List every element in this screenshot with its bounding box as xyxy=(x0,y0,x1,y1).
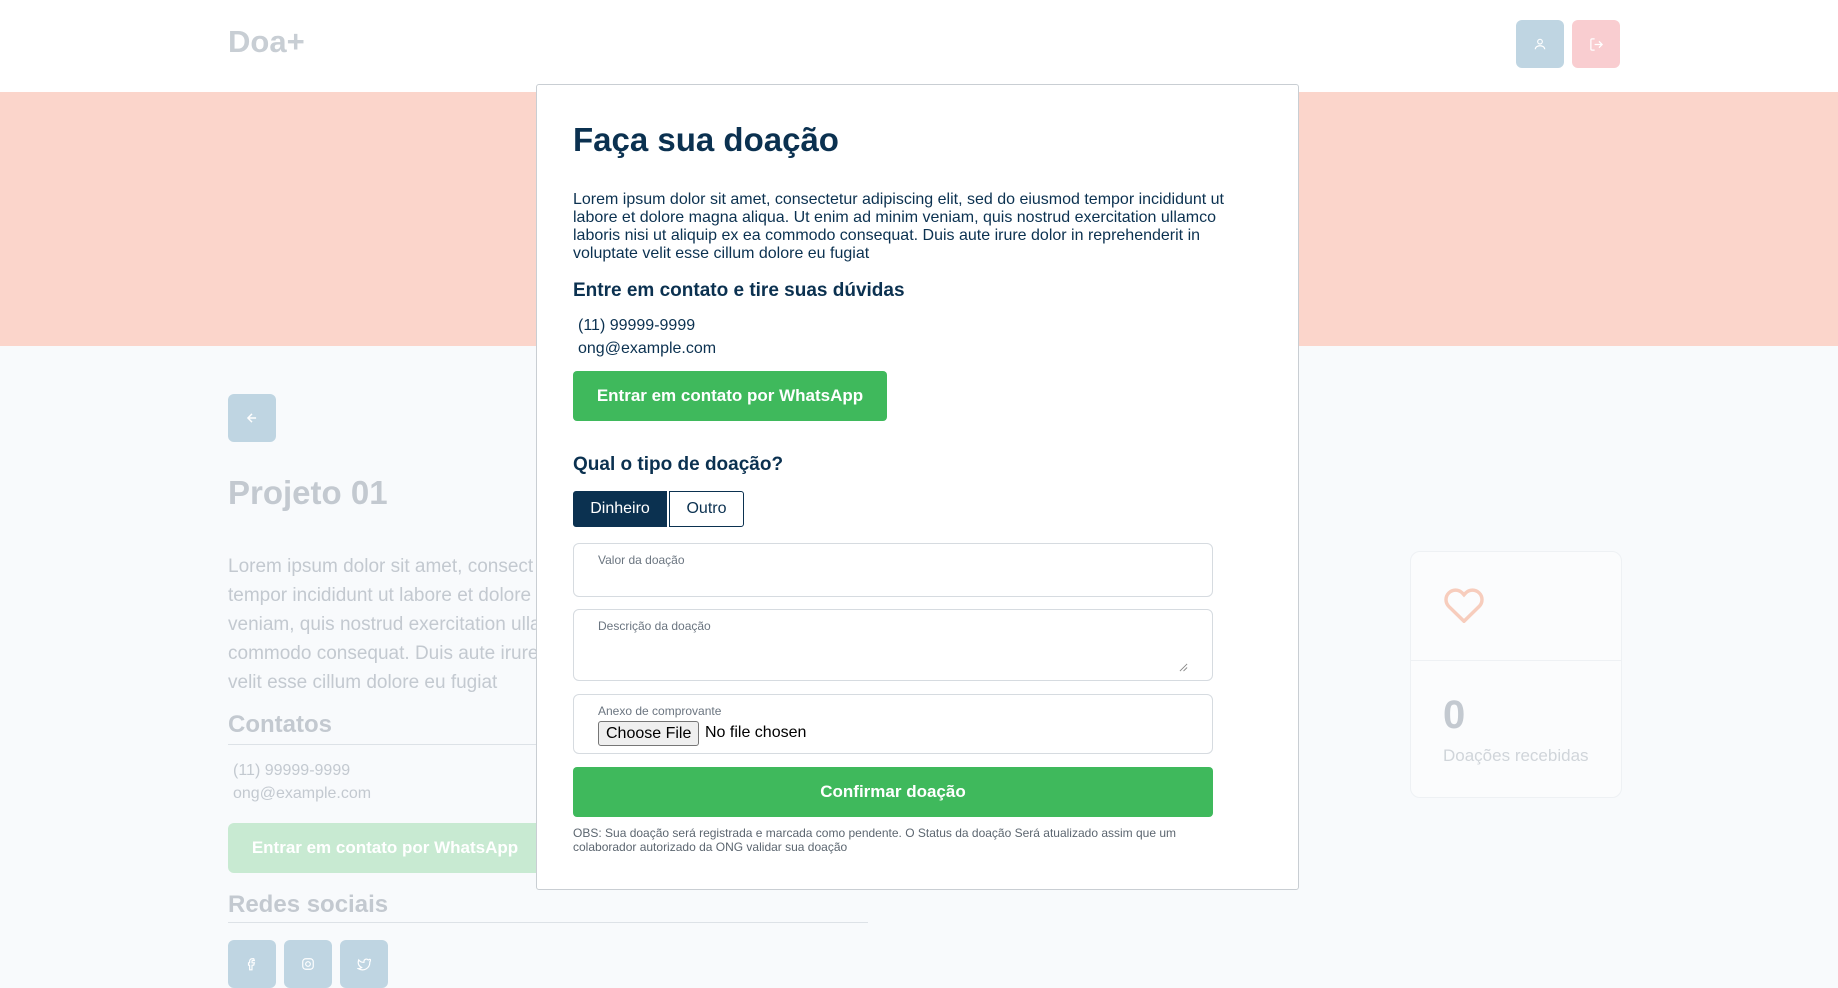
logout-button[interactable] xyxy=(1572,20,1620,68)
donation-description-label: Descrição da doação xyxy=(598,619,711,633)
social-heading: Redes sociais xyxy=(228,891,389,918)
social-divider xyxy=(228,922,868,923)
modal-title: Faça sua doação xyxy=(573,121,839,158)
donation-type-question: Qual o tipo de doação? xyxy=(573,454,784,475)
project-whatsapp-button[interactable]: Entrar em contato por WhatsApp xyxy=(228,823,542,873)
confirm-donation-button[interactable]: Confirmar doação xyxy=(573,767,1213,817)
contacts-heading: Contatos xyxy=(228,711,332,738)
logout-icon xyxy=(1589,37,1603,51)
donation-note: OBS: Sua doação será registrada e marcad… xyxy=(573,826,1177,854)
attachment-label: Anexo de comprovante xyxy=(598,704,722,718)
facebook-button[interactable] xyxy=(228,940,276,988)
contact-heading: Entre em contato e tire suas dúvidas xyxy=(573,280,905,301)
resize-handle-icon[interactable] xyxy=(1179,663,1188,672)
type-other-option[interactable]: Outro xyxy=(669,491,744,527)
project-email: ong@example.com xyxy=(233,785,372,802)
stat-divider xyxy=(1411,660,1621,661)
top-header: Doa+ xyxy=(0,0,1838,92)
arrow-left-icon xyxy=(246,413,257,423)
project-phone: (11) 99999-9999 xyxy=(233,762,351,779)
donation-modal: Faça sua doação Lorem ipsum dolor sit am… xyxy=(536,84,1299,890)
modal-email: ong@example.com xyxy=(578,340,717,357)
modal-description: Lorem ipsum dolor sit amet, consectetur … xyxy=(573,191,1224,262)
donations-stat-card: 0 Doações recebidas xyxy=(1410,551,1622,798)
brand-logo[interactable]: Doa+ xyxy=(228,24,305,60)
profile-button[interactable] xyxy=(1516,20,1564,68)
donations-label: Doações recebidas xyxy=(1443,746,1589,765)
donation-value-label: Valor da doação xyxy=(598,553,685,567)
attachment-field: Anexo de comprovante Choose File No file… xyxy=(573,694,1213,754)
type-money-option[interactable]: Dinheiro xyxy=(573,491,667,527)
whatsapp-button[interactable]: Entrar em contato por WhatsApp xyxy=(573,371,887,421)
modal-phone: (11) 99999-9999 xyxy=(578,317,696,334)
donation-description-field[interactable]: Descrição da doação xyxy=(573,609,1213,681)
donations-count: 0 xyxy=(1443,693,1466,737)
heart-icon xyxy=(1444,588,1484,623)
donation-value-field[interactable]: Valor da doação xyxy=(573,543,1213,597)
user-icon xyxy=(1534,38,1546,50)
back-button[interactable] xyxy=(228,394,276,442)
choose-file-button[interactable]: Choose File xyxy=(598,721,700,746)
file-status: No file chosen xyxy=(705,724,807,741)
project-title: Projeto 01 xyxy=(228,474,388,511)
instagram-button[interactable] xyxy=(284,940,332,988)
twitter-button[interactable] xyxy=(340,940,388,988)
